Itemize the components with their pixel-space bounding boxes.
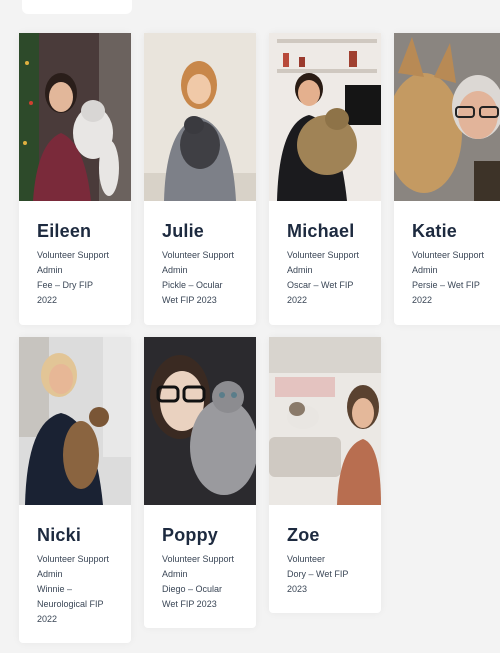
team-card-nicki: Nicki Volunteer Support Admin Winnie – Neur… [19, 337, 131, 643]
member-name: Eileen [37, 221, 92, 241]
photo-poppy [144, 337, 256, 505]
photo-nicki [19, 337, 131, 505]
member-name: Nicki [37, 525, 82, 545]
member-name: Poppy [162, 525, 219, 545]
member-name: Zoe [287, 525, 320, 545]
team-card-michael: Michael Volunteer Support Admin Oscar – We… [269, 33, 381, 325]
member-description: Volunteer Support Admin Winnie – Neurologic… [37, 554, 110, 624]
member-description: Volunteer Support Admin Fee – Dry FIP 2022 [37, 250, 110, 305]
member-name: Michael [287, 221, 355, 241]
photo-julie [144, 33, 256, 201]
photo-michael [269, 33, 381, 201]
member-name: Julie [162, 221, 205, 241]
photo-eileen [19, 33, 131, 201]
photo-katie [394, 33, 500, 201]
team-card-poppy: Poppy Volunteer Support Admin Diego – Ocul… [144, 337, 256, 628]
member-description: Volunteer Support Admin Pickle – Ocular Wet… [162, 250, 235, 305]
member-description: Volunteer Support Admin Oscar – Wet FIP 202… [287, 250, 360, 305]
member-name: Katie [412, 221, 458, 241]
member-description: Volunteer Support Admin Persie – Wet FIP 20… [412, 250, 485, 305]
team-card-zoe: Zoe Volunteer Dory – Wet FIP 2023 [269, 337, 381, 613]
photo-zoe [269, 337, 381, 505]
team-card-katie: Katie Volunteer Support Admin Persie – Wet… [394, 33, 500, 325]
member-description: Volunteer Dory – Wet FIP 2023 [287, 554, 349, 594]
previous-card-edge [22, 0, 132, 14]
member-description: Volunteer Support Admin Diego – Ocular Wet … [162, 554, 235, 609]
team-card-julie: Julie Volunteer Support Admin Pickle – Ocu… [144, 33, 256, 325]
team-card-eileen: Eileen Volunteer Support Admin Fee – Dry F… [19, 33, 131, 325]
